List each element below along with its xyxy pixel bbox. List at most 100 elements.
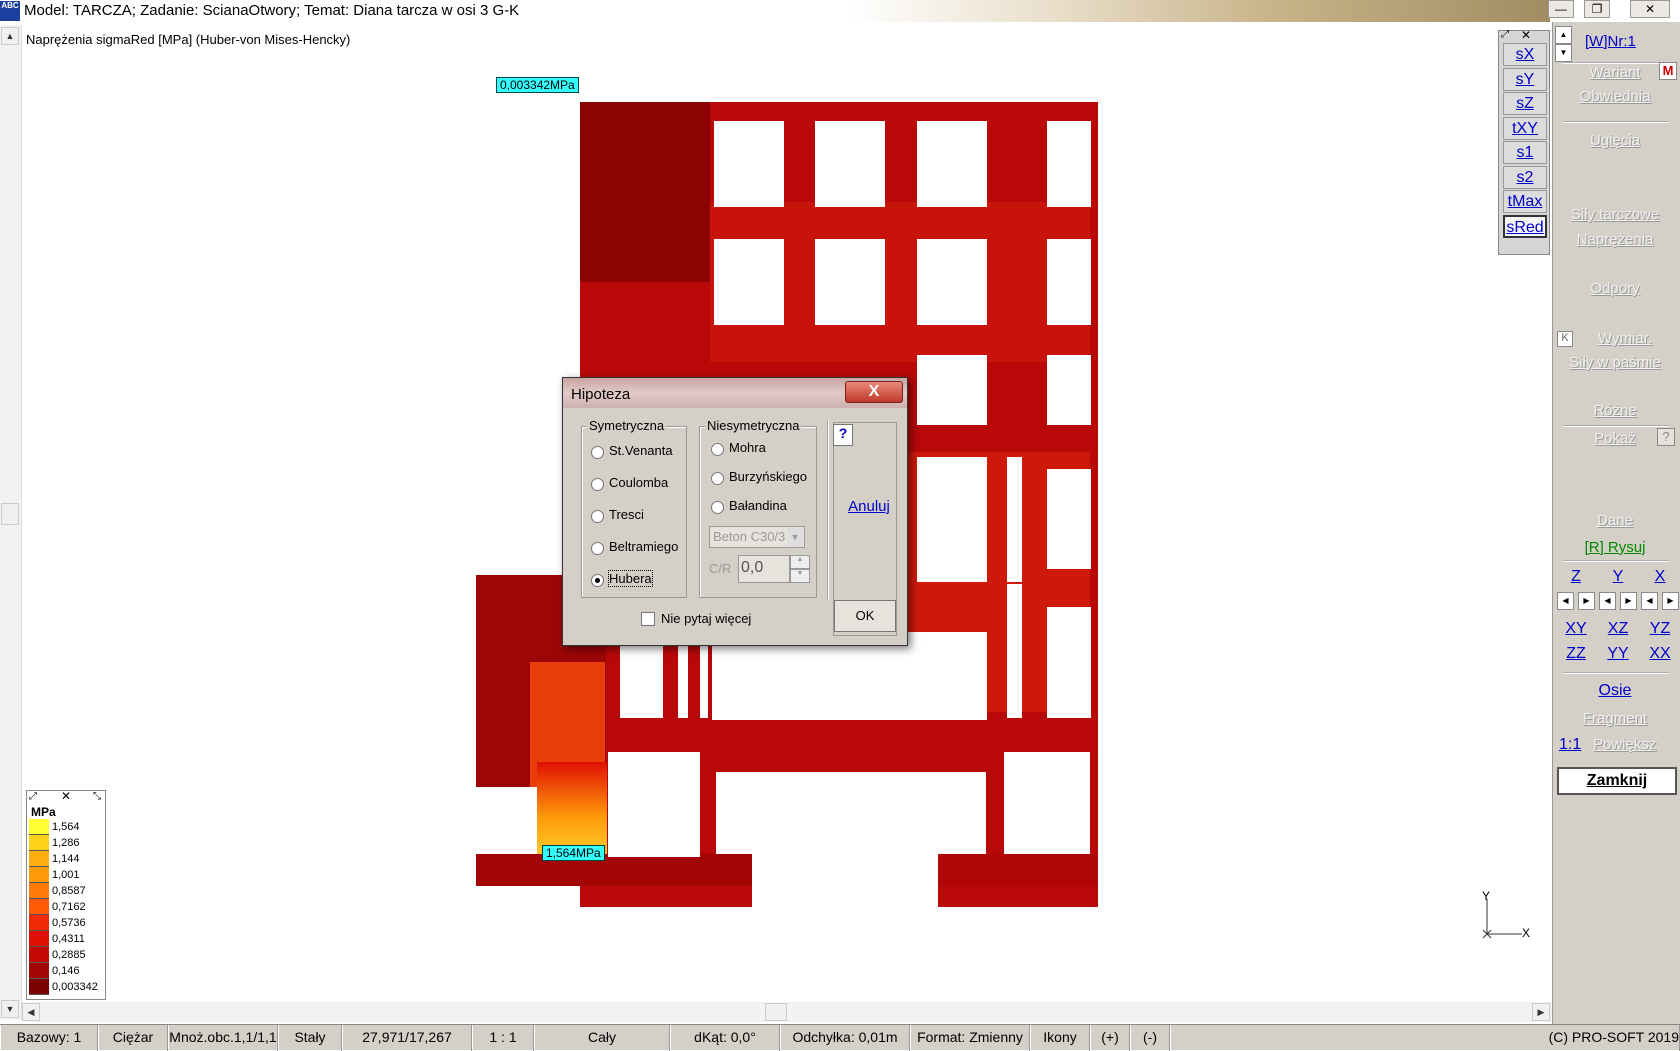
view-zz-button[interactable]: ZZ [1557,642,1595,666]
scroll-up-icon[interactable]: ▲ [1,27,19,45]
dialog-help-icon[interactable]: ? [833,424,853,446]
close-icon[interactable]: ✕ [1630,0,1670,18]
zamknij-button[interactable]: Zamknij [1557,767,1677,795]
variant-number[interactable]: [W]Nr:1 [1585,33,1636,50]
radio-mohra[interactable] [711,443,724,456]
radio-coulomba[interactable] [591,478,604,491]
rotate-left-icon[interactable]: ◀ [1599,592,1616,610]
radio-label: Bałandina [729,498,787,513]
toolbar-move-icon[interactable]: ⤢ [1501,29,1509,40]
stress-button-s2[interactable]: s2 [1503,165,1547,189]
radio-burzyskiego[interactable] [711,472,724,485]
ok-button[interactable]: OK [834,600,896,632]
divider [1563,560,1669,562]
rotate-left-icon[interactable]: ◀ [1557,592,1574,610]
divider [1563,672,1669,674]
legend-row: 1,286 [29,835,98,851]
hscroll-thumb[interactable] [765,1003,787,1021]
legend-value: 1,564 [52,821,80,833]
cr-spin-down-icon[interactable]: ▼ [790,569,810,583]
rysuj-button[interactable]: [R] Rysuj [1553,539,1677,556]
radio-beltramiego[interactable] [591,542,604,555]
radio-stvenanta[interactable] [591,446,604,459]
view-x-button[interactable]: X [1641,565,1679,589]
axis-x-label: X [1522,926,1531,940]
scroll-left-icon[interactable]: ◀ [22,1003,40,1021]
minimize-icon[interactable]: — [1548,0,1574,18]
divider [1563,425,1669,427]
chevron-down-icon[interactable]: ▼ [787,528,803,546]
horizontal-scrollbar[interactable]: ◀ ▶ [22,1002,1552,1022]
radio-baandina[interactable] [711,501,724,514]
status-cell: Mnoż.obc.1,1/1,1 [168,1025,278,1051]
app-icon[interactable]: ABC [0,1,20,21]
mode-badge[interactable]: M [1659,62,1677,80]
fragment-button[interactable]: Fragment [1553,710,1677,727]
anuluj-button[interactable]: Anuluj [841,498,897,515]
dont-ask-checkbox[interactable] [641,612,655,626]
view-y-button[interactable]: Y [1599,565,1637,589]
view-xy-button[interactable]: XY [1557,617,1595,641]
scroll-thumb[interactable] [1,503,19,525]
scale-button[interactable]: 1:1 [1559,736,1581,754]
rotate-right-icon[interactable]: ▶ [1662,592,1679,610]
rotate-right-icon[interactable]: ▶ [1578,592,1595,610]
stress-button-sz[interactable]: sZ [1503,92,1547,115]
legend-swatch [29,979,49,995]
vertical-scrollbar[interactable]: ▲ ▼ [0,25,22,1020]
view-yy-button[interactable]: YY [1599,642,1637,666]
rotate-left-icon[interactable]: ◀ [1641,592,1658,610]
dane-button[interactable]: Dane [1553,512,1677,529]
status-cell: 27,971/17,267 [342,1025,472,1051]
scroll-down-icon[interactable]: ▼ [1,1000,19,1018]
radio-label: St.Venanta [609,443,673,458]
stress-button-sx[interactable]: sX [1503,43,1547,66]
restore-icon[interactable]: ❐ [1584,0,1610,18]
material-select[interactable]: Beton C30/3 ▼ [709,526,805,548]
cr-input[interactable]: 0,0 [738,555,790,583]
view-yz-button[interactable]: YZ [1641,617,1679,641]
wymiar-button[interactable]: Wymiar. [1563,330,1680,347]
radio-hubera[interactable] [591,574,604,587]
help-icon[interactable]: ? [1657,428,1675,446]
stress-button-sy[interactable]: sY [1503,67,1547,91]
legend-close-icon[interactable]: ✕ [61,789,71,803]
sily-w-pasmie-button[interactable]: Siły w paśmie [1553,354,1677,371]
stress-button-s1[interactable]: s1 [1503,141,1547,164]
spin-up-icon[interactable]: ▲ [1555,26,1572,44]
cr-spin-up-icon[interactable]: ▲ [790,555,810,569]
obwiednia-button[interactable]: Obwiednia [1553,88,1677,105]
sily-tarczowe-button[interactable]: Siły tarczowe [1553,206,1677,223]
legend-row: 0,003342 [29,979,98,995]
status-cell: Ciężar [98,1025,168,1051]
stress-button-sred[interactable]: sRed [1503,214,1547,238]
stress-component-toolbar: ⤢ ✕ sX sY sZ tXY s1 s2 tMax sRed [1498,28,1550,255]
view-z-button[interactable]: Z [1557,565,1595,589]
naprezenia-button[interactable]: Naprężenia [1553,231,1677,248]
stress-legend[interactable]: ⤢ ✕ ⤡ MPa 1,564 1,286 1,144 1,001 0,8587 0,71… [26,789,106,1000]
odpory-button[interactable]: Odpory [1553,280,1677,297]
dialog-close-icon[interactable]: X [845,381,903,403]
right-panel: ▲ ▼ [W]Nr:1 Wariant M Obwiednia Ugięcia … [1552,22,1680,1050]
window-title: Model: TARCZA; Zadanie: ScianaOtwory; Te… [24,2,520,19]
stress-button-tmax[interactable]: tMax [1503,190,1547,213]
legend-move-icon[interactable]: ⤢ [29,791,37,802]
toolbar-close-icon[interactable]: ✕ [1521,28,1531,42]
view-xz-button[interactable]: XZ [1599,617,1637,641]
view-row-3: ZZ YY XX [1557,642,1679,666]
ugiecia-button[interactable]: Ugięcia [1553,132,1677,149]
legend-swatch [29,883,49,899]
rozne-button[interactable]: Różne [1553,402,1677,419]
scroll-right-icon[interactable]: ▶ [1532,1003,1550,1021]
status-cell: Cały [534,1025,670,1051]
powieksz-button[interactable]: Powiększ [1593,736,1656,753]
legend-swatch [29,947,49,963]
spin-down-icon[interactable]: ▼ [1555,44,1572,62]
view-xx-button[interactable]: XX [1641,642,1679,666]
legend-row: 0,8587 [29,883,98,899]
legend-resize-icon[interactable]: ⤡ [93,791,101,802]
radio-tresci[interactable] [591,510,604,523]
rotate-right-icon[interactable]: ▶ [1620,592,1637,610]
stress-button-txy[interactable]: tXY [1503,116,1547,140]
osie-button[interactable]: Osie [1553,682,1677,700]
